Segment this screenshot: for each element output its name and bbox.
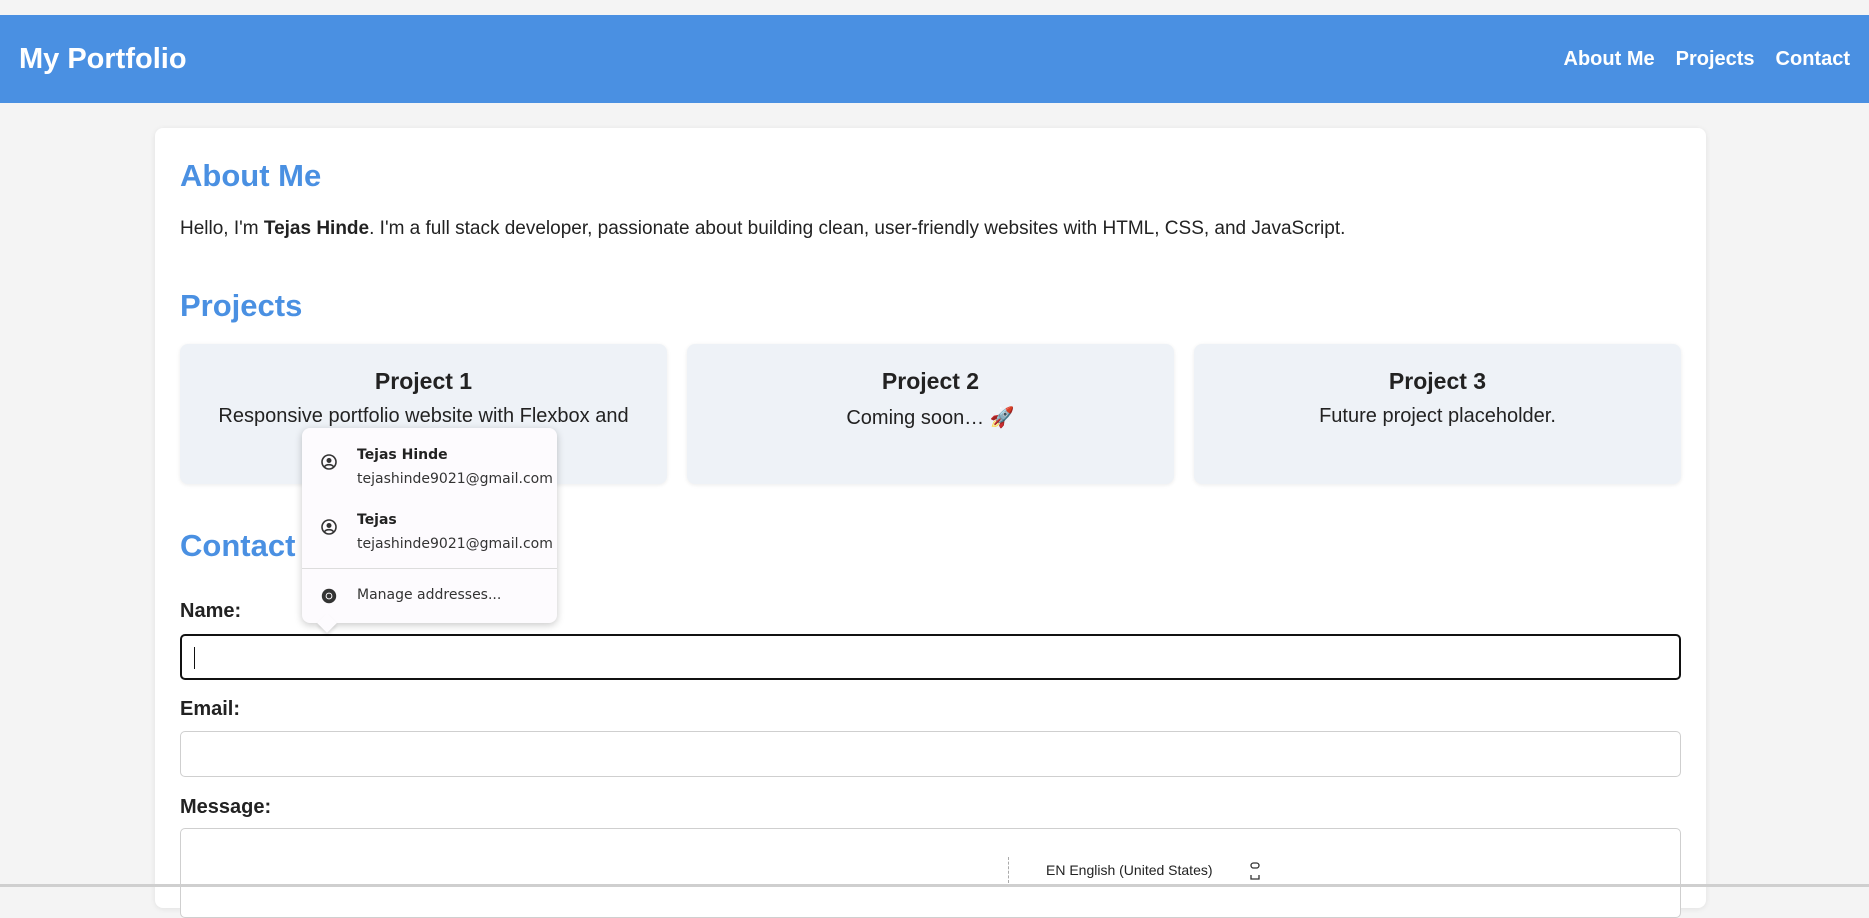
about-name: Tejas Hinde xyxy=(263,218,370,239)
contact-heading: Contact xyxy=(180,528,296,563)
project-title: Project 2 xyxy=(881,368,980,394)
site-title: My Portfolio xyxy=(19,42,187,75)
about-intro-after: . I'm a full stack developer, passionate… xyxy=(369,218,1346,239)
main-nav: About Me Projects Contact xyxy=(1564,48,1850,71)
name-label: Name: xyxy=(180,600,242,622)
autofill-entry[interactable]: Tejas Hinde tejashinde9021@gmail.com xyxy=(302,433,557,491)
window-top-strip xyxy=(0,0,1869,15)
autofill-dropdown: Tejas Hinde tejashinde9021@gmail.com Tej… xyxy=(302,428,557,633)
autofill-entry-email: tejashinde9021@gmail.com xyxy=(357,536,553,552)
manage-addresses-label: Manage addresses... xyxy=(357,587,502,603)
autofill-entry-email: tejashinde9021@gmail.com xyxy=(357,471,553,487)
about-intro-before: Hello, I'm xyxy=(180,218,264,239)
nav-about-me[interactable]: About Me xyxy=(1564,48,1655,71)
site-header: My Portfolio About Me Projects Contact xyxy=(0,15,1869,103)
about-text: Hello, I'm Tejas Hinde. I'm a full stack… xyxy=(180,218,1345,240)
project-description: Future project placeholder. xyxy=(1319,405,1556,427)
autofill-entry-name: Tejas xyxy=(357,512,397,528)
project-card: Project 2 Coming soon… 🚀 xyxy=(687,344,1174,484)
autofill-entry[interactable]: Tejas tejashinde9021@gmail.com xyxy=(302,498,557,556)
project-title: Project 3 xyxy=(1388,368,1487,394)
input-mode-icon xyxy=(1250,862,1260,880)
about-heading: About Me xyxy=(180,158,322,193)
message-textarea[interactable] xyxy=(180,828,1681,918)
nav-projects[interactable]: Projects xyxy=(1676,48,1755,71)
account-circle-icon xyxy=(321,454,337,470)
text-caret xyxy=(194,647,195,669)
account-circle-icon xyxy=(321,519,337,535)
project-description: Responsive portfolio website with Flexbo… xyxy=(218,405,629,427)
nav-contact[interactable]: Contact xyxy=(1776,48,1850,71)
email-input[interactable] xyxy=(180,731,1681,777)
project-description: Coming soon… 🚀 xyxy=(846,407,1015,429)
projects-heading: Projects xyxy=(180,288,303,323)
taskbar-separator xyxy=(1008,857,1009,883)
message-label: Message: xyxy=(180,796,272,818)
email-label: Email: xyxy=(180,698,241,720)
project-title: Project 1 xyxy=(374,368,473,394)
language-label: EN English (United States) xyxy=(1046,862,1213,878)
autofill-entry-name: Tejas Hinde xyxy=(357,447,448,463)
project-card: Project 3 Future project placeholder. xyxy=(1194,344,1681,484)
name-input[interactable] xyxy=(180,634,1681,680)
manage-addresses-button[interactable]: Manage addresses... xyxy=(302,569,557,623)
chrome-icon xyxy=(321,588,337,604)
